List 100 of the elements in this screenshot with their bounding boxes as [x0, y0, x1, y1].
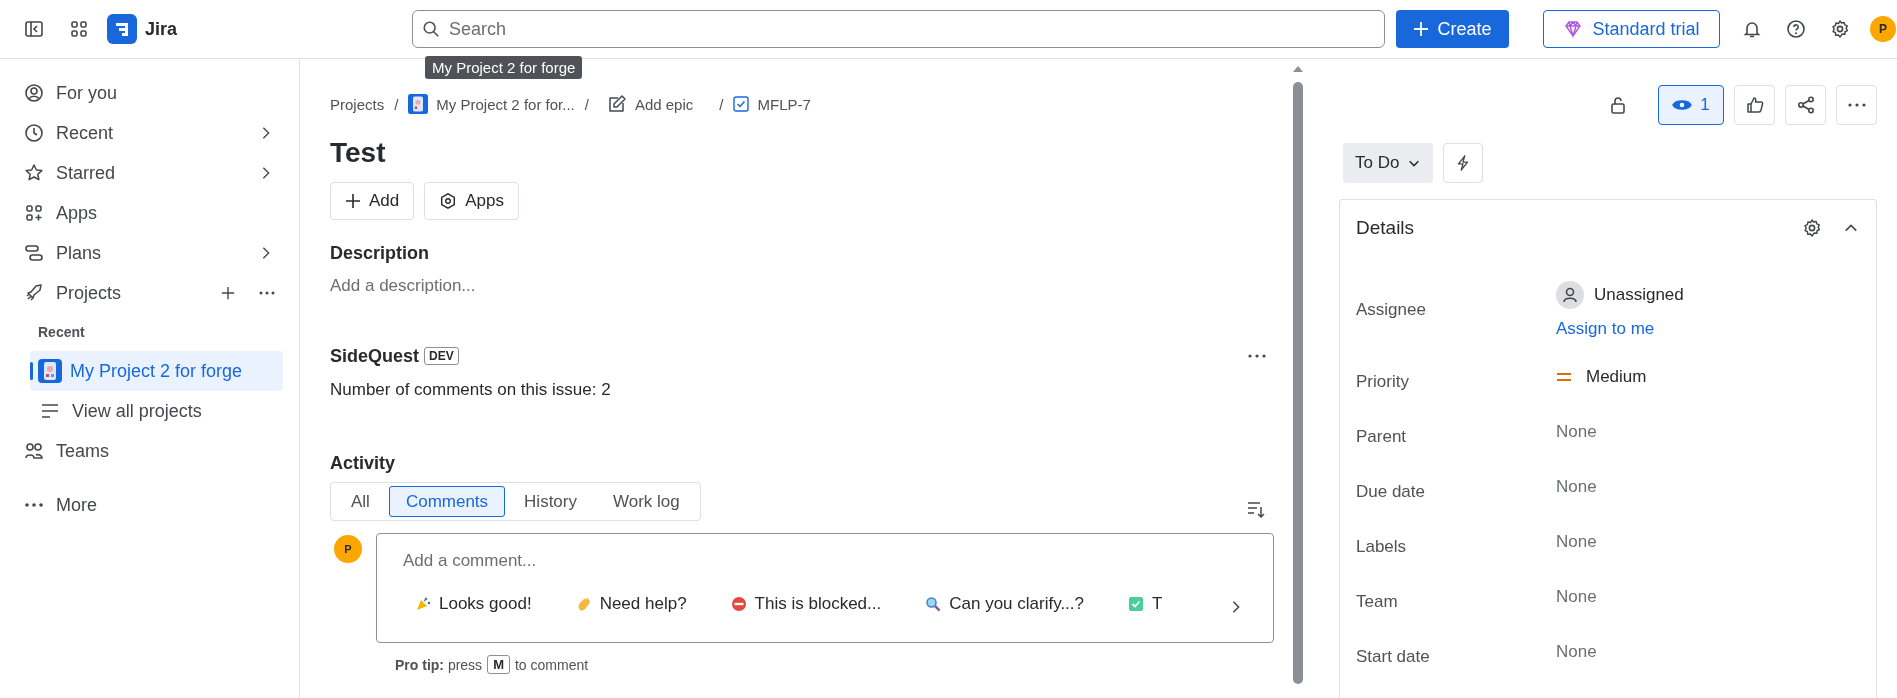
pro-tip-text: Pro tip: press	[395, 656, 483, 673]
eye-icon	[1672, 98, 1693, 112]
comment-field[interactable]: Add a comment... Looks good! Need help? This is blocked... Can you clarify...? T	[376, 533, 1274, 643]
user-avatar: P	[334, 535, 362, 563]
dots-icon	[24, 502, 44, 508]
field-value[interactable]: None	[1556, 477, 1597, 496]
section-heading: Recent	[37, 323, 86, 342]
environment-badge: DEV	[424, 347, 459, 365]
more-icon	[1847, 103, 1866, 107]
thumbs-up-icon	[1744, 95, 1765, 115]
activity-tab[interactable]: All	[334, 486, 387, 517]
create-button[interactable]: Create	[1396, 10, 1509, 48]
breadcrumb-separator: /	[719, 95, 724, 113]
jira-logo-icon[interactable]	[107, 14, 137, 44]
quick-reply-chip[interactable]: Need help?	[575, 594, 687, 614]
field-value[interactable]: None	[1556, 642, 1597, 661]
field-value[interactable]: Medium	[1586, 366, 1647, 388]
field-label: Assignee	[1356, 299, 1427, 321]
activity-tab[interactable]: Comments	[388, 486, 506, 517]
issue-title[interactable]: Test	[330, 136, 386, 170]
card-title: Details	[1356, 217, 1416, 239]
more-icon[interactable]	[1248, 354, 1266, 358]
field-value[interactable]: None	[1556, 422, 1597, 441]
status-dropdown[interactable]: To Do	[1343, 143, 1434, 183]
breadcrumb-link[interactable]: MFLP-7	[733, 95, 811, 113]
user-avatar-icon	[1556, 281, 1584, 309]
sidebar-item[interactable]: Apps	[0, 193, 299, 233]
field-value[interactable]: None	[1556, 587, 1597, 606]
field-value[interactable]: Unassigned	[1594, 284, 1684, 306]
apps-button[interactable]: Apps	[424, 182, 519, 220]
more-icon[interactable]	[259, 291, 275, 295]
sidebar-item[interactable]: Recent	[0, 113, 299, 153]
project-avatar-icon	[408, 94, 429, 114]
magnifier-icon	[925, 596, 942, 612]
sidebar-item[interactable]: For you	[0, 73, 299, 113]
field-label: Due date	[1356, 481, 1426, 503]
field-label: Team	[1356, 591, 1399, 613]
plus-icon	[345, 193, 361, 209]
product-name: Jira	[145, 18, 178, 40]
activity-tab[interactable]: History	[507, 486, 594, 517]
sidebar-item[interactable]: Starred	[0, 153, 299, 193]
no-entry-icon	[730, 596, 747, 612]
quick-reply-chip[interactable]: This is blocked...	[730, 594, 882, 614]
like-button[interactable]	[1734, 85, 1775, 125]
quick-reply-chip[interactable]: Looks good!	[415, 594, 532, 614]
breadcrumb-separator: /	[394, 95, 399, 113]
sidebar-item[interactable]: Teams	[0, 431, 299, 471]
automation-button[interactable]	[1443, 143, 1484, 183]
keyboard-key: M	[487, 655, 510, 674]
party-popper-icon	[415, 596, 431, 612]
tooltip: My Project 2 for forge	[425, 56, 583, 79]
search-field[interactable]: Search	[412, 10, 1385, 48]
description-field[interactable]: Add a description...	[330, 275, 476, 297]
add-icon[interactable]	[221, 286, 235, 300]
breadcrumb-link[interactable]: Add epic	[606, 94, 694, 114]
add-button[interactable]: Add	[330, 182, 415, 220]
apps-icon	[24, 203, 44, 223]
field-value[interactable]: None	[1556, 532, 1597, 551]
section-heading: Activity	[330, 452, 397, 474]
plus-icon	[1413, 21, 1430, 37]
field-label: Parent	[1356, 426, 1408, 448]
notification-bell-icon[interactable]	[1742, 19, 1762, 39]
medium-priority-icon	[1556, 372, 1572, 382]
star-icon	[24, 163, 44, 183]
field-label: Start date	[1356, 646, 1431, 668]
clock-icon	[24, 123, 44, 143]
panel-heading: SideQuest	[330, 345, 420, 367]
user-avatar[interactable]: P	[1870, 16, 1896, 42]
list-icon	[40, 401, 60, 421]
plans-icon	[24, 243, 44, 263]
sidebar-toggle-icon[interactable]	[24, 19, 44, 39]
section-heading: Description	[330, 242, 431, 264]
sidebar-item[interactable]: View all projects	[30, 391, 283, 431]
scroll-up-arrow-icon[interactable]	[1293, 66, 1303, 72]
settings-icon[interactable]	[1802, 218, 1822, 238]
share-icon	[1795, 95, 1816, 115]
settings-icon[interactable]	[1830, 19, 1850, 39]
sidebar-item[interactable]: More	[0, 485, 299, 525]
trial-button[interactable]: Standard trial	[1543, 10, 1720, 48]
watch-button[interactable]: 1	[1658, 85, 1724, 125]
app-switcher-icon[interactable]	[69, 19, 89, 39]
quick-reply-chip[interactable]: Can you clarify...?	[925, 594, 1084, 614]
breadcrumb-link[interactable]: Projects	[330, 95, 385, 113]
pencil-icon	[606, 94, 627, 114]
field-label: Labels	[1356, 536, 1408, 558]
sidebar-item[interactable]: Plans	[0, 233, 299, 273]
help-icon[interactable]	[1786, 19, 1806, 39]
field-label: Priority	[1356, 371, 1410, 393]
teams-icon	[24, 441, 44, 461]
assign-to-me-link[interactable]: Assign to me	[1556, 318, 1655, 340]
hexagon-icon	[439, 192, 458, 210]
breadcrumb-link[interactable]: My Project 2 for for...	[408, 94, 575, 114]
activity-tab[interactable]: Work log	[596, 486, 697, 517]
breadcrumb-separator: /	[584, 95, 589, 113]
quick-reply-chip[interactable]: T	[1128, 594, 1163, 614]
unlocked-padlock-icon[interactable]	[1608, 95, 1628, 115]
share-button[interactable]	[1785, 85, 1826, 125]
sidebar-item[interactable]: My Project 2 for forge	[30, 351, 283, 391]
sidebar-item[interactable]: Projects	[0, 273, 299, 313]
person-icon	[24, 83, 44, 103]
